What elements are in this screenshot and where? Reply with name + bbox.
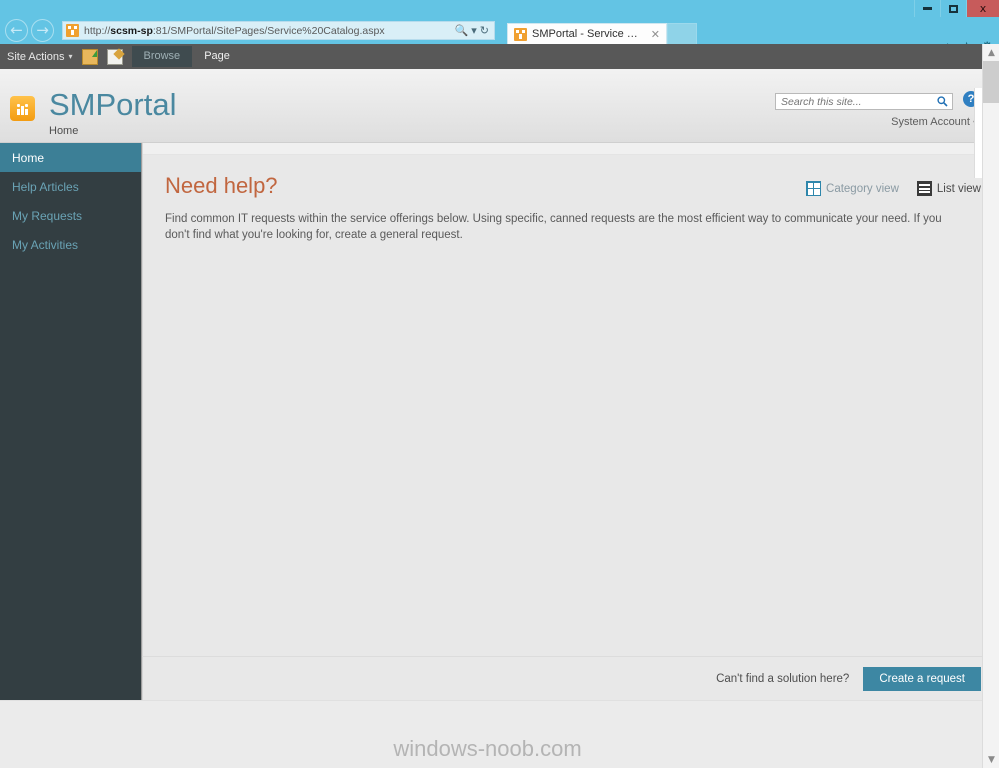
address-bar-actions: 🔍 ▾ ↻ bbox=[455, 24, 491, 37]
user-name-label: System Account bbox=[891, 116, 970, 128]
refresh-icon[interactable]: ↻ bbox=[480, 24, 489, 37]
page-footer: Can't find a solution here? Create a req… bbox=[0, 656, 999, 700]
smportal-logo-icon bbox=[10, 96, 35, 121]
search-input[interactable] bbox=[776, 94, 932, 109]
browser-tab-smportal[interactable]: SMPortal - Service Catalog ✕ bbox=[507, 23, 667, 44]
ribbon-tab-browse-label: Browse bbox=[143, 50, 181, 62]
list-view-label: List view bbox=[936, 182, 981, 195]
ribbon-tab-browse[interactable]: Browse bbox=[131, 46, 193, 67]
forward-button[interactable]: → bbox=[31, 19, 54, 42]
category-view-label: Category view bbox=[826, 182, 899, 195]
inner-content-scrollbar[interactable] bbox=[974, 88, 982, 178]
sidebar-item-home-label: Home bbox=[12, 150, 45, 165]
address-bar[interactable]: http://scsm-sp:81/SMPortal/SitePages/Ser… bbox=[62, 21, 495, 40]
window-controls: x bbox=[914, 0, 999, 17]
scroll-up-icon[interactable]: ▲ bbox=[983, 44, 999, 61]
intro-text: Find common IT requests within the servi… bbox=[165, 213, 942, 241]
tab-strip: SMPortal - Service Catalog ✕ bbox=[507, 17, 697, 44]
back-button[interactable]: ← bbox=[5, 19, 28, 42]
site-actions-label: Site Actions bbox=[7, 50, 65, 63]
sidebar-item-help-articles-label: Help Articles bbox=[12, 179, 79, 194]
sidebar-item-home[interactable]: Home bbox=[0, 143, 141, 172]
search-box[interactable] bbox=[775, 93, 953, 110]
page-viewport: Site Actions ▾ Browse Page SMPortal Home… bbox=[0, 44, 999, 768]
footer-prompt: Can't find a solution here? bbox=[716, 672, 850, 685]
back-arrow-icon: ← bbox=[10, 21, 23, 39]
address-bar-url: http://scsm-sp:81/SMPortal/SitePages/Ser… bbox=[84, 24, 385, 37]
minimize-button[interactable] bbox=[914, 0, 940, 17]
ribbon-tab-page-label: Page bbox=[204, 50, 230, 62]
page-body: Home Help Articles My Requests My Activi… bbox=[0, 143, 999, 656]
left-navigation: Home Help Articles My Requests My Activi… bbox=[0, 143, 142, 656]
minimize-icon bbox=[923, 7, 932, 10]
tab-close-icon[interactable]: ✕ bbox=[651, 28, 660, 41]
edit-page-icon[interactable] bbox=[106, 48, 123, 65]
scroll-down-icon[interactable]: ▼ bbox=[983, 751, 999, 768]
footer-sidebar-filler bbox=[0, 656, 142, 700]
main-content: Need help? Category view List view Find … bbox=[142, 143, 999, 656]
site-title[interactable]: SMPortal bbox=[49, 87, 176, 123]
watermark: windows-noob.com bbox=[393, 736, 582, 761]
page-scrollbar[interactable]: ▲ ▼ bbox=[982, 44, 999, 768]
grid-icon bbox=[806, 181, 822, 196]
breadcrumb[interactable]: Home bbox=[49, 125, 78, 137]
sharepoint-ribbon: Site Actions ▾ Browse Page bbox=[0, 44, 999, 69]
user-menu[interactable]: System Account▾ bbox=[891, 116, 977, 128]
list-view-button[interactable]: List view bbox=[916, 181, 981, 196]
search-icon[interactable]: 🔍 bbox=[455, 24, 469, 37]
site-actions-menu[interactable]: Site Actions ▾ bbox=[7, 51, 82, 63]
title-bar: x bbox=[0, 0, 999, 17]
page-title: Need help? bbox=[165, 173, 278, 198]
browser-window: x ← → http://scsm-sp:81/SMPortal/SitePag… bbox=[0, 0, 999, 768]
navigate-up-icon[interactable] bbox=[81, 48, 98, 65]
sidebar-item-my-requests[interactable]: My Requests bbox=[0, 201, 141, 230]
sidebar-item-my-activities[interactable]: My Activities bbox=[0, 230, 141, 259]
tab-label: SMPortal - Service Catalog bbox=[532, 28, 642, 40]
footer-actions: Can't find a solution here? Create a req… bbox=[142, 656, 999, 700]
close-icon: x bbox=[979, 2, 987, 15]
chevron-down-icon[interactable]: ▾ bbox=[471, 24, 477, 37]
ribbon-tab-page[interactable]: Page bbox=[192, 46, 242, 67]
scrollbar-thumb[interactable] bbox=[983, 61, 999, 103]
close-button[interactable]: x bbox=[966, 0, 999, 17]
sidebar-item-my-activities-label: My Activities bbox=[12, 237, 79, 252]
content-top-strip bbox=[143, 143, 999, 155]
browser-toolbar: ← → http://scsm-sp:81/SMPortal/SitePages… bbox=[0, 17, 999, 54]
site-favicon-icon bbox=[66, 24, 79, 37]
search-icon[interactable] bbox=[932, 94, 952, 109]
restore-button[interactable] bbox=[940, 0, 966, 17]
sidebar-item-help-articles[interactable]: Help Articles bbox=[0, 172, 141, 201]
create-request-button[interactable]: Create a request bbox=[863, 666, 981, 691]
list-icon bbox=[916, 181, 932, 196]
view-toggle-group: Category view List view bbox=[806, 181, 981, 196]
sidebar-item-my-requests-label: My Requests bbox=[12, 208, 83, 223]
forward-arrow-icon: → bbox=[36, 21, 49, 39]
category-view-button[interactable]: Category view bbox=[806, 181, 899, 196]
restore-icon bbox=[949, 4, 958, 13]
tab-favicon-icon bbox=[514, 27, 527, 41]
site-header: SMPortal Home ? System Account▾ bbox=[0, 69, 999, 143]
chevron-down-icon: ▾ bbox=[68, 52, 73, 61]
new-tab-button[interactable] bbox=[667, 23, 697, 44]
